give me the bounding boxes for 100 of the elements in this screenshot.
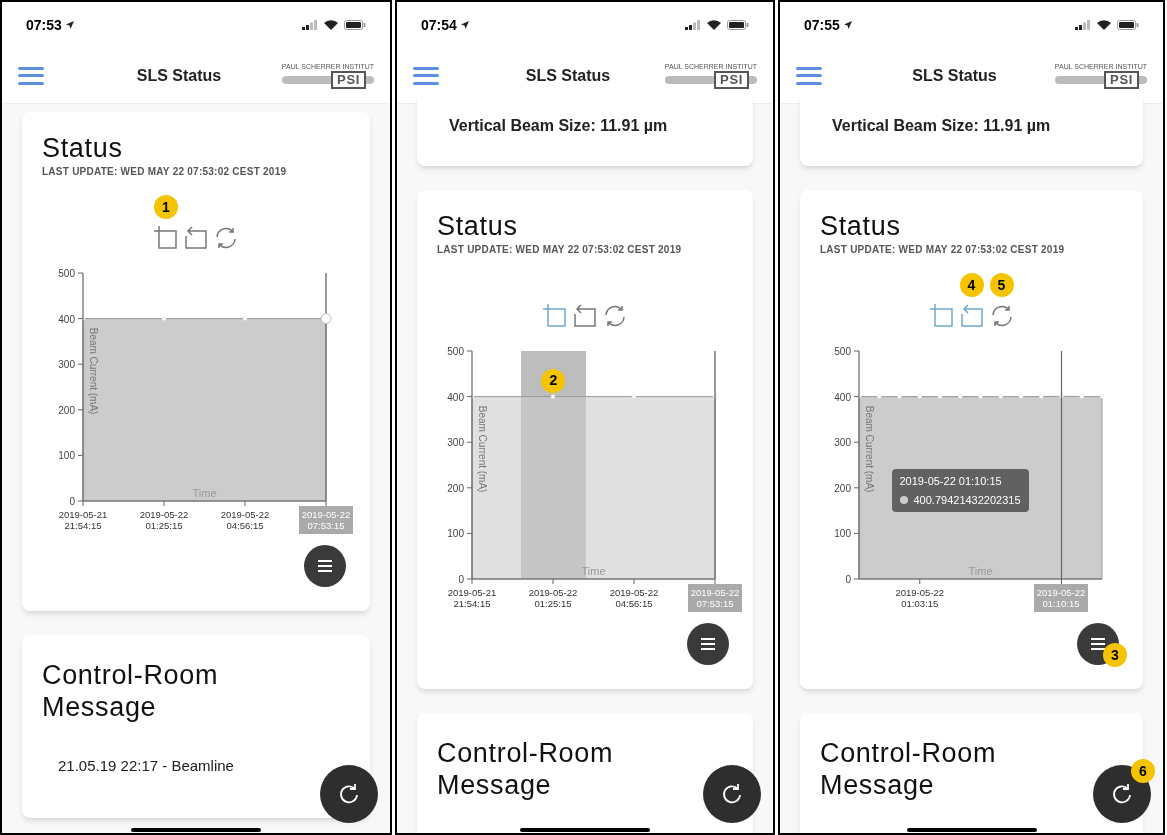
menu-icon[interactable] xyxy=(18,66,44,85)
data-point xyxy=(161,316,167,321)
battery-icon xyxy=(727,20,749,30)
data-point xyxy=(1079,394,1084,399)
tick-label: 300 xyxy=(833,437,851,449)
chart-tool-button[interactable] xyxy=(602,303,628,329)
data-point xyxy=(1058,394,1064,399)
card-title: Control-Room Message xyxy=(820,737,998,801)
tick-label: 500 xyxy=(58,268,75,279)
tick-label: 100 xyxy=(58,450,75,462)
data-point xyxy=(977,394,983,399)
card-title: Control-Room Message xyxy=(437,737,615,801)
location-arrow-icon xyxy=(843,21,852,29)
tick-label: 200 xyxy=(447,482,464,494)
tick-label: 100 xyxy=(833,528,851,540)
wifi-icon xyxy=(1097,20,1111,30)
last-update-text: LAST UPDATE: WED MAY 22 07:53:02 CEST 2019 xyxy=(820,243,1066,257)
number-badge: 6 xyxy=(1131,759,1155,783)
card-title: Status xyxy=(820,210,902,242)
card-title: Control-Room Message xyxy=(42,659,220,723)
data-point xyxy=(1099,394,1104,399)
data-point xyxy=(937,394,942,399)
data-point xyxy=(631,394,637,399)
pointer-label: 2019-05-22 01:10:15 xyxy=(1034,584,1088,612)
logo-text: PSI xyxy=(714,70,749,89)
logo-bar xyxy=(1139,75,1147,84)
data-point xyxy=(998,394,1003,399)
chart-tool-button[interactable] xyxy=(572,303,598,329)
number-badge: 3 xyxy=(1103,643,1127,667)
tick-label: 500 xyxy=(447,346,464,357)
category-label: 2019-05-22 01:25:15 xyxy=(139,509,189,531)
tooltip-value: 400.79421432202315 xyxy=(913,492,1021,508)
category-label: 2019-05-21 21:54:15 xyxy=(447,587,497,609)
reset-icon xyxy=(602,303,628,329)
logo-bar xyxy=(282,75,332,84)
location-arrow-icon xyxy=(65,21,74,29)
tick-label: 200 xyxy=(833,482,851,494)
tick-label: 100 xyxy=(447,528,464,540)
data-point xyxy=(917,394,922,399)
clock-time: 07:55 xyxy=(804,15,840,35)
data-point xyxy=(957,394,962,399)
undo-icon xyxy=(183,225,209,251)
tick-label: 300 xyxy=(58,359,75,371)
logo-bar xyxy=(366,75,374,84)
chart-tool-button[interactable] xyxy=(183,225,209,251)
number-badge: 5 xyxy=(989,273,1014,297)
data-point xyxy=(80,316,86,321)
chart-tool-button[interactable] xyxy=(213,225,239,251)
logo-bar xyxy=(665,75,715,84)
battery-icon xyxy=(344,20,366,30)
menu-icon[interactable] xyxy=(796,66,822,85)
category-label: 2019-05-22 01:25:15 xyxy=(528,587,578,609)
reset-icon xyxy=(213,225,239,251)
card-title: Status xyxy=(42,132,124,164)
crop-icon xyxy=(542,303,568,329)
refresh-icon xyxy=(721,783,743,805)
crop-icon xyxy=(928,303,955,329)
refresh-icon xyxy=(1111,783,1133,805)
pointer-label: 2019-05-22 07:53:15 xyxy=(299,506,353,534)
logo-text: PSI xyxy=(331,70,366,89)
wifi-icon xyxy=(707,20,721,30)
data-point xyxy=(1038,394,1043,399)
category-label: 2019-05-22 04:56:15 xyxy=(220,509,270,531)
clock-time: 07:53 xyxy=(26,15,62,35)
last-update-text: LAST UPDATE: WED MAY 22 07:53:02 CEST 2019 xyxy=(42,165,288,179)
tick-label: 300 xyxy=(447,437,464,449)
number-badge: 1 xyxy=(154,195,178,219)
tick-label: 0 xyxy=(69,496,75,507)
menu-icon xyxy=(701,638,715,650)
menu-icon xyxy=(1091,638,1105,650)
data-point xyxy=(469,394,475,399)
last-update-text: LAST UPDATE: WED MAY 22 07:53:02 CEST 2019 xyxy=(437,243,683,257)
tick-label: 400 xyxy=(833,391,851,403)
axis-title: Beam Current (mA) xyxy=(477,405,488,493)
axis-title: Beam Current (mA) xyxy=(88,327,99,415)
tick-label: 200 xyxy=(58,404,75,416)
chart-menu-button[interactable] xyxy=(687,623,729,665)
signal-icon xyxy=(1075,20,1091,30)
refresh-icon xyxy=(338,783,360,805)
category-label: 2019-05-22 04:56:15 xyxy=(609,587,659,609)
data-point xyxy=(1018,394,1023,399)
chart-menu-button[interactable] xyxy=(304,545,346,587)
beam-size-text: Vertical Beam Size: 11.91 µm xyxy=(449,117,668,134)
clock-time: 07:54 xyxy=(421,15,457,35)
category-label: 2019-05-21 21:54:15 xyxy=(58,509,108,531)
axis-title: Beam Current (mA) xyxy=(863,405,875,493)
refresh-button[interactable] xyxy=(320,765,378,823)
data-point xyxy=(856,394,861,399)
data-point xyxy=(550,394,556,399)
undo-icon xyxy=(958,303,985,329)
data-point xyxy=(712,394,718,399)
data-point xyxy=(876,394,881,399)
menu-icon[interactable] xyxy=(413,66,439,85)
signal-icon xyxy=(685,20,701,30)
signal-icon xyxy=(302,20,318,30)
location-arrow-icon xyxy=(460,21,469,29)
crop-icon xyxy=(153,225,179,251)
logo-bar xyxy=(749,75,757,84)
tick-label: 500 xyxy=(833,346,851,357)
pointer-label: 2019-05-22 07:53:15 xyxy=(688,584,742,612)
